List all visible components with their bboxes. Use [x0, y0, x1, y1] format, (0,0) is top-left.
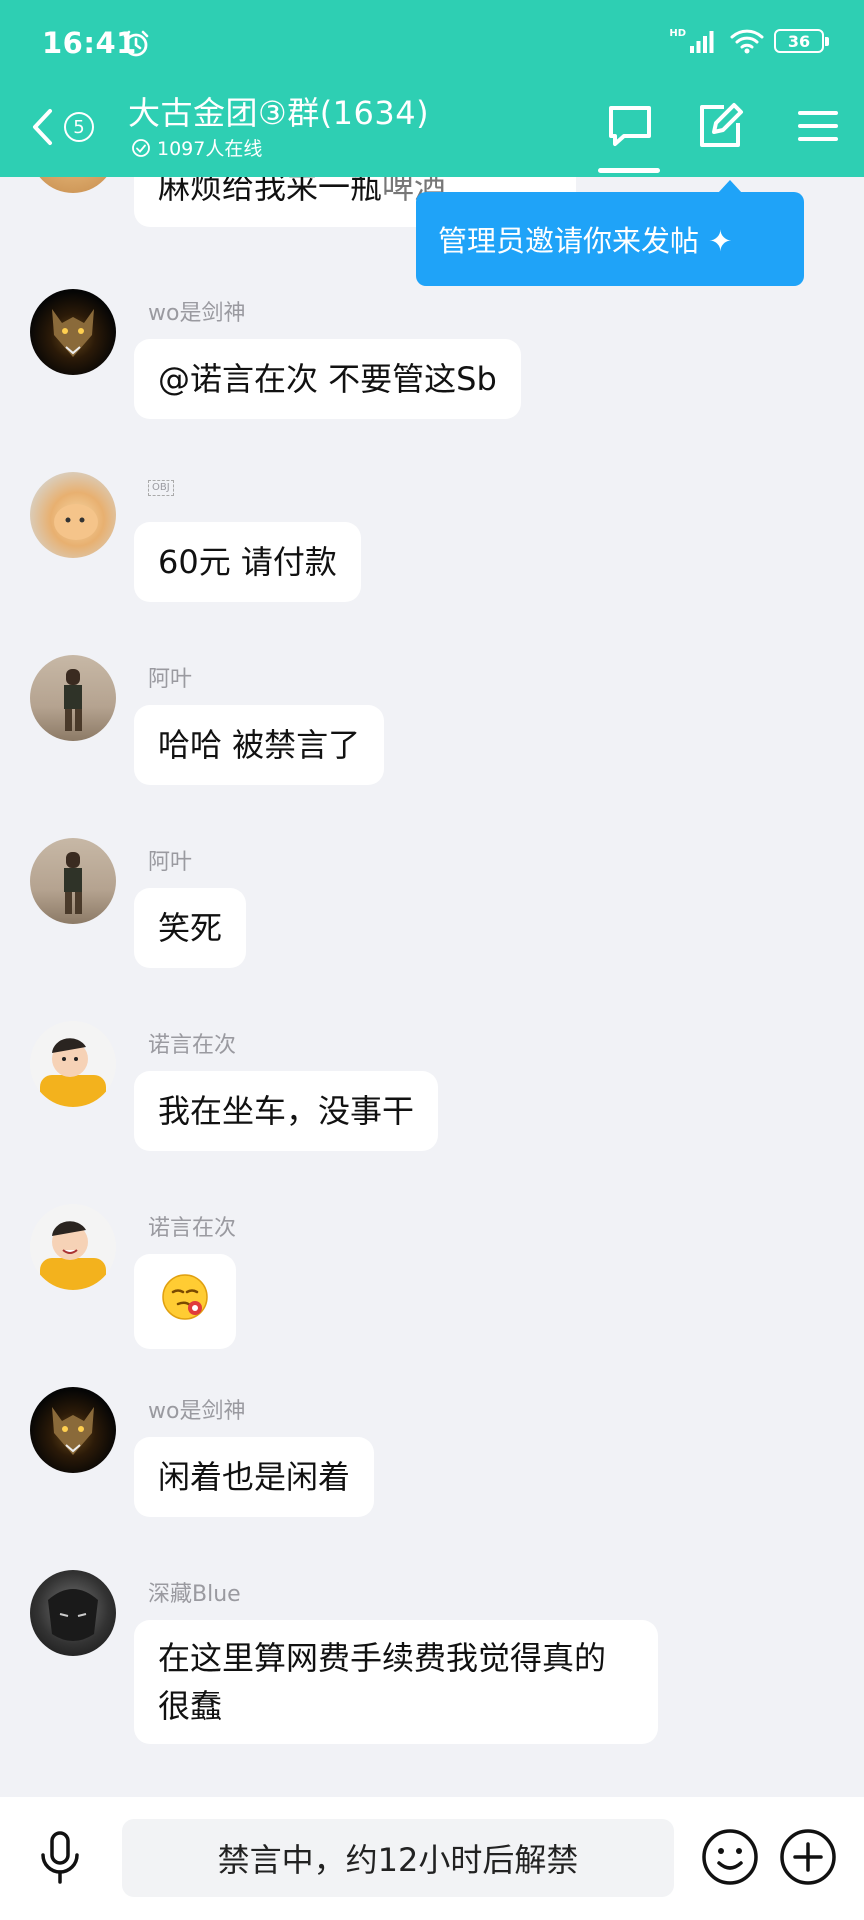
input-bar: 禁言中，约12小时后解禁 [0, 1797, 864, 1920]
message-text: 60元 请付款 [158, 543, 337, 581]
add-icon[interactable] [778, 1827, 838, 1887]
sender-name: 诺言在次 [148, 1033, 237, 1058]
emoji-icon[interactable] [700, 1827, 760, 1887]
avatar[interactable] [30, 655, 116, 741]
group-title[interactable]: 大古金团③群(1634) [128, 88, 429, 134]
chat-message-list[interactable]: 麻烦给我来一瓶啤酒 wo是剑神 @诺言在次 不要管这Sb OBJ 60元 请付款… [0, 177, 864, 1797]
message-bubble[interactable]: 在这里算网费手续费我觉得真的 很蠢 [134, 1620, 659, 1744]
online-count: 1097人在线 [131, 134, 262, 161]
avatar[interactable] [30, 1204, 116, 1290]
network-type-label: HD [669, 28, 686, 39]
message-bubble[interactable]: @诺言在次 不要管这Sb [134, 339, 521, 419]
microphone-icon[interactable] [30, 1827, 90, 1887]
message-item: 诺言在次 我在坐车，没事干 [0, 1021, 864, 1171]
signal-icon [690, 31, 714, 53]
muted-input-field: 禁言中，约12小时后解禁 [122, 1819, 674, 1897]
admin-invite-tooltip[interactable]: 管理员邀请你来发帖 ✦ [416, 180, 804, 286]
message-text-line: 很蠢 [158, 1687, 223, 1725]
message-text: 闲着也是闲着 [158, 1458, 351, 1496]
sender-name: wo是剑神 [148, 1399, 246, 1424]
back-button[interactable]: 5 [30, 102, 124, 152]
message-bubble[interactable]: 笑死 [134, 888, 247, 968]
message-item: 阿叶 哈哈 被禁言了 [0, 655, 864, 805]
tab-indicator [598, 168, 660, 173]
unread-count-badge: 5 [64, 112, 94, 142]
sender-name: 诺言在次 [148, 1216, 237, 1241]
sender-name: 阿叶 [148, 667, 193, 692]
avatar[interactable] [30, 1021, 116, 1107]
online-count-label: 1097人在线 [157, 138, 263, 160]
chevron-left-icon [33, 109, 52, 145]
status-bar: 16:41 HD 36 [0, 0, 864, 88]
message-bubble[interactable]: 60元 请付款 [134, 522, 361, 602]
message-item: OBJ 60元 请付款 [0, 472, 864, 622]
mute-status-text: 禁言中，约12小时后解禁 [217, 1841, 579, 1879]
avatar[interactable] [30, 177, 116, 193]
message-text: 笑死 [158, 909, 223, 947]
online-check-icon [132, 138, 150, 157]
message-item: 诺言在次 [0, 1204, 864, 1354]
message-bubble[interactable]: 哈哈 被禁言了 [134, 705, 385, 785]
message-text: 哈哈 被禁言了 [158, 726, 361, 764]
avatar[interactable] [30, 289, 116, 375]
avatar[interactable] [30, 1387, 116, 1473]
message-item: 阿叶 笑死 [0, 838, 864, 988]
chat-header: 16:41 HD 36 5 大古金团③群(1634) 1097人在线 [0, 0, 864, 177]
menu-icon[interactable] [792, 100, 844, 152]
message-text: 麻烦给我来一瓶 [158, 177, 383, 206]
battery-level: 36 [787, 31, 811, 51]
avatar[interactable] [30, 838, 116, 924]
message-text-line: 在这里算网费手续费我觉得真的 [158, 1639, 607, 1677]
nav-bar: 5 大古金团③群(1634) 1097人在线 [0, 88, 864, 177]
sender-name: OBJ [148, 480, 174, 496]
status-icons: HD 36 [669, 28, 829, 54]
edit-post-icon[interactable] [694, 100, 746, 152]
avatar[interactable] [30, 1570, 116, 1656]
message-bubble[interactable] [134, 1254, 236, 1349]
message-item: 深藏Blue 在这里算网费手续费我觉得真的 很蠢 [0, 1570, 864, 1770]
sender-name: 深藏Blue [148, 1582, 241, 1607]
chat-tab-icon[interactable] [604, 100, 656, 152]
message-bubble[interactable]: 我在坐车，没事干 [134, 1071, 439, 1151]
alarm-icon [123, 30, 149, 57]
sender-name: wo是剑神 [148, 301, 246, 326]
message-text: 我在坐车，没事干 [158, 1092, 415, 1130]
message-bubble[interactable]: 闲着也是闲着 [134, 1437, 375, 1517]
avatar[interactable] [30, 472, 116, 558]
sender-name: 阿叶 [148, 850, 193, 875]
smug-emoji-icon [162, 1274, 208, 1320]
message-text: @诺言在次 不要管这Sb [158, 360, 497, 398]
battery-icon: 36 [774, 29, 829, 53]
tooltip-text: 管理员邀请你来发帖 ✦ [438, 224, 733, 258]
wifi-icon [730, 29, 764, 54]
message-item: wo是剑神 闲着也是闲着 [0, 1387, 864, 1537]
message-item: wo是剑神 @诺言在次 不要管这Sb [0, 289, 864, 439]
